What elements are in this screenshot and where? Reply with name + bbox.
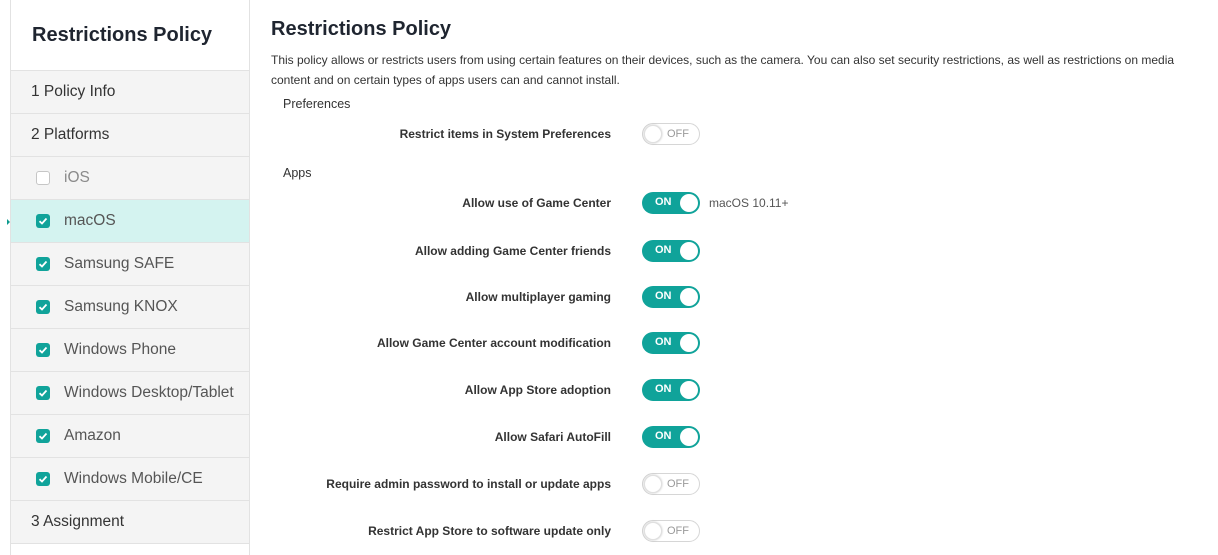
sidebar-title: Restrictions Policy (11, 0, 249, 71)
setting-label: Allow Safari AutoFill (494, 430, 611, 444)
sidebar-item-assignment[interactable]: 3 Assignment (11, 501, 249, 544)
sidebar-item-label: Amazon (64, 427, 121, 444)
toggle-state-text: ON (655, 383, 672, 395)
toggle-switch[interactable]: ON (642, 332, 700, 354)
setting-row-allow-game-center: Allow use of Game Center ON macOS 10.11+ (271, 192, 1201, 216)
toggle-switch[interactable]: OFF (642, 520, 700, 542)
toggle-state-text: ON (655, 336, 672, 348)
toggle-state-text: ON (655, 196, 672, 208)
toggle-knob (680, 194, 698, 212)
setting-label: Allow adding Game Center friends (414, 244, 611, 258)
sidebar: Restrictions Policy 1 Policy Info 2 Plat… (7, 0, 250, 555)
toggle-state-text: OFF (667, 478, 689, 490)
toggle-state-text: OFF (667, 128, 689, 140)
toggle-state-text: OFF (667, 525, 689, 537)
sidebar-item-policy-info[interactable]: 1 Policy Info (11, 71, 249, 114)
toggle-knob (680, 334, 698, 352)
setting-row-allow-multiplayer: Allow multiplayer gaming ON (271, 286, 1201, 310)
sidebar-item-windows-phone[interactable]: Windows Phone (11, 329, 249, 372)
sidebar-item-windows-desktop-tablet[interactable]: Windows Desktop/Tablet (11, 372, 249, 415)
sidebar-item-platforms[interactable]: 2 Platforms (11, 114, 249, 157)
sidebar-item-label: Samsung KNOX (64, 298, 178, 315)
sidebar-item-label: Windows Mobile/CE (64, 470, 203, 487)
setting-label: Allow multiplayer gaming (465, 290, 611, 304)
toggle-switch[interactable]: ON (642, 286, 700, 308)
sidebar-item-macos[interactable]: macOS (7, 200, 249, 243)
toggle-state-text: ON (655, 244, 672, 256)
setting-label: Restrict App Store to software update on… (368, 524, 611, 538)
checkbox-checked-icon[interactable] (36, 257, 50, 271)
page-title: Restrictions Policy (271, 18, 452, 40)
sidebar-item-label: Windows Desktop/Tablet (64, 384, 234, 401)
section-heading-apps: Apps (283, 166, 312, 180)
toggle-knob (680, 242, 698, 260)
setting-row-allow-account-modification: Allow Game Center account modification O… (271, 332, 1201, 356)
checkbox-checked-icon[interactable] (36, 472, 50, 486)
setting-label: Require admin password to install or upd… (326, 477, 611, 491)
sidebar-item-samsung-safe[interactable]: Samsung SAFE (11, 243, 249, 286)
toggle-switch[interactable]: OFF (642, 123, 700, 145)
setting-label: Allow Game Center account modification (376, 336, 611, 350)
sidebar-item-ios[interactable]: iOS (11, 157, 249, 200)
setting-row-restrict-app-store-updates: Restrict App Store to software update on… (271, 520, 1201, 544)
toggle-switch[interactable]: ON (642, 426, 700, 448)
sidebar-item-label: macOS (64, 212, 116, 229)
setting-row-allow-adding-friends: Allow adding Game Center friends ON (271, 240, 1201, 264)
toggle-knob (644, 522, 662, 540)
version-note: macOS 10.11+ (709, 196, 789, 210)
toggle-knob (644, 475, 662, 493)
sidebar-item-label: Samsung SAFE (64, 255, 175, 272)
toggle-switch[interactable]: OFF (642, 473, 700, 495)
checkbox-checked-icon[interactable] (36, 300, 50, 314)
checkbox-checked-icon[interactable] (36, 214, 50, 228)
setting-row-allow-app-store-adoption: Allow App Store adoption ON (271, 379, 1201, 403)
toggle-state-text: ON (655, 290, 672, 302)
setting-row-allow-safari-autofill: Allow Safari AutoFill ON (271, 426, 1201, 450)
setting-label: Allow use of Game Center (462, 196, 611, 210)
page-description: This policy allows or restricts users fr… (271, 53, 1175, 87)
toggle-knob (680, 381, 698, 399)
toggle-state-text: ON (655, 430, 672, 442)
checkbox-unchecked-icon[interactable] (36, 171, 50, 185)
toggle-knob (680, 288, 698, 306)
setting-label: Allow App Store adoption (464, 383, 611, 397)
setting-label: Restrict items in System Preferences (399, 127, 611, 141)
toggle-knob (644, 125, 662, 143)
toggle-switch[interactable]: ON (642, 379, 700, 401)
setting-row-restrict-system-preferences: Restrict items in System Preferences OFF (271, 123, 1201, 147)
checkbox-checked-icon[interactable] (36, 343, 50, 357)
sidebar-item-label: iOS (64, 169, 90, 186)
sidebar-item-samsung-knox[interactable]: Samsung KNOX (11, 286, 249, 329)
section-heading-preferences: Preferences (283, 97, 351, 111)
sidebar-item-windows-mobile-ce[interactable]: Windows Mobile/CE (11, 458, 249, 501)
toggle-knob (680, 428, 698, 446)
toggle-switch[interactable]: ON (642, 240, 700, 262)
sidebar-item-label: Windows Phone (64, 341, 177, 358)
sidebar-item-amazon[interactable]: Amazon (11, 415, 249, 458)
setting-row-require-admin-password: Require admin password to install or upd… (271, 473, 1201, 497)
checkbox-checked-icon[interactable] (36, 386, 50, 400)
toggle-switch[interactable]: ON (642, 192, 700, 214)
checkbox-checked-icon[interactable] (36, 429, 50, 443)
